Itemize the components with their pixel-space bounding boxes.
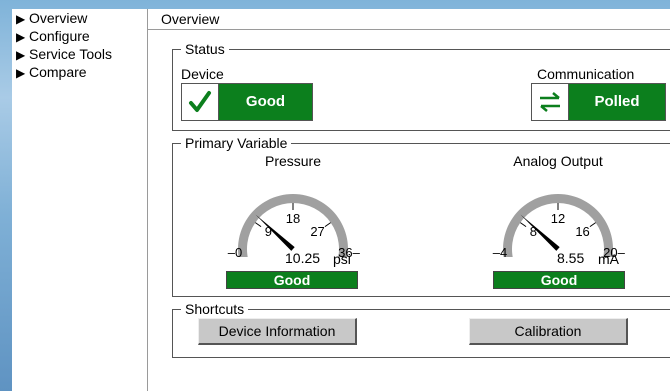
nav-item-service-tools[interactable]: ▶ Service Tools bbox=[12, 45, 147, 63]
expand-triangle-icon: ▶ bbox=[16, 30, 26, 44]
gauge-tick-label: 12 bbox=[551, 211, 565, 226]
gauge-tick-label: 18 bbox=[286, 211, 300, 226]
pressure-unit: psi bbox=[333, 251, 351, 267]
nav-item-label: Compare bbox=[29, 64, 87, 80]
navigation-sidebar: ▶ Overview ▶ Configure ▶ Service Tools ▶ Com… bbox=[12, 9, 148, 391]
main-panel: Overview Status Device Good Communicatio… bbox=[148, 9, 670, 391]
gauge-tick bbox=[324, 222, 331, 228]
gauge-tick bbox=[589, 222, 596, 228]
pressure-value: 10.25 bbox=[285, 250, 321, 266]
pressure-gauge: –09182736– bbox=[228, 194, 361, 257]
nav-item-label: Configure bbox=[29, 28, 90, 44]
analog-output-status-bar: Good bbox=[493, 271, 625, 289]
gauge-tick-label: 16 bbox=[575, 224, 589, 239]
gauge-tick-label: –4 bbox=[493, 245, 507, 257]
primary-variable-legend: Primary Variable bbox=[181, 135, 292, 151]
analog-output-gauge: –48121620– bbox=[493, 194, 626, 257]
exchange-arrows-icon bbox=[532, 84, 569, 120]
status-legend: Status bbox=[181, 41, 229, 57]
calibration-button[interactable]: Calibration bbox=[469, 318, 628, 345]
nav-item-configure[interactable]: ▶ Configure bbox=[12, 27, 147, 45]
device-status-value: Good bbox=[219, 84, 312, 120]
communication-status-indicator: Polled bbox=[531, 83, 666, 121]
page-title: Overview bbox=[148, 9, 670, 30]
device-information-button[interactable]: Device Information bbox=[198, 318, 357, 345]
gauge-tick-label: 27 bbox=[310, 224, 324, 239]
communication-status-label: Communication bbox=[537, 66, 635, 82]
analog-output-unit: mA bbox=[598, 251, 619, 267]
nav-item-overview[interactable]: ▶ Overview bbox=[12, 9, 147, 27]
analog-output-value: 8.55 bbox=[557, 250, 585, 266]
expand-triangle-icon: ▶ bbox=[16, 12, 26, 26]
communication-status-value: Polled bbox=[569, 84, 665, 120]
nav-item-label: Overview bbox=[29, 10, 88, 26]
gauge-tick bbox=[520, 222, 527, 228]
expand-triangle-icon: ▶ bbox=[16, 48, 26, 62]
gauge-tick bbox=[255, 222, 262, 228]
device-status-indicator: Good bbox=[181, 83, 313, 121]
nav-item-compare[interactable]: ▶ Compare bbox=[12, 63, 147, 81]
gauge-tick-label: –0 bbox=[228, 245, 242, 257]
expand-triangle-icon: ▶ bbox=[16, 66, 26, 80]
nav-item-label: Service Tools bbox=[29, 46, 113, 62]
pressure-gauge-title: Pressure bbox=[264, 153, 322, 169]
analog-output-gauge-title: Analog Output bbox=[513, 153, 603, 169]
shortcuts-legend: Shortcuts bbox=[181, 301, 249, 317]
pressure-status-bar: Good bbox=[226, 271, 358, 289]
device-status-label: Device bbox=[181, 66, 224, 82]
checkmark-icon bbox=[182, 84, 219, 120]
